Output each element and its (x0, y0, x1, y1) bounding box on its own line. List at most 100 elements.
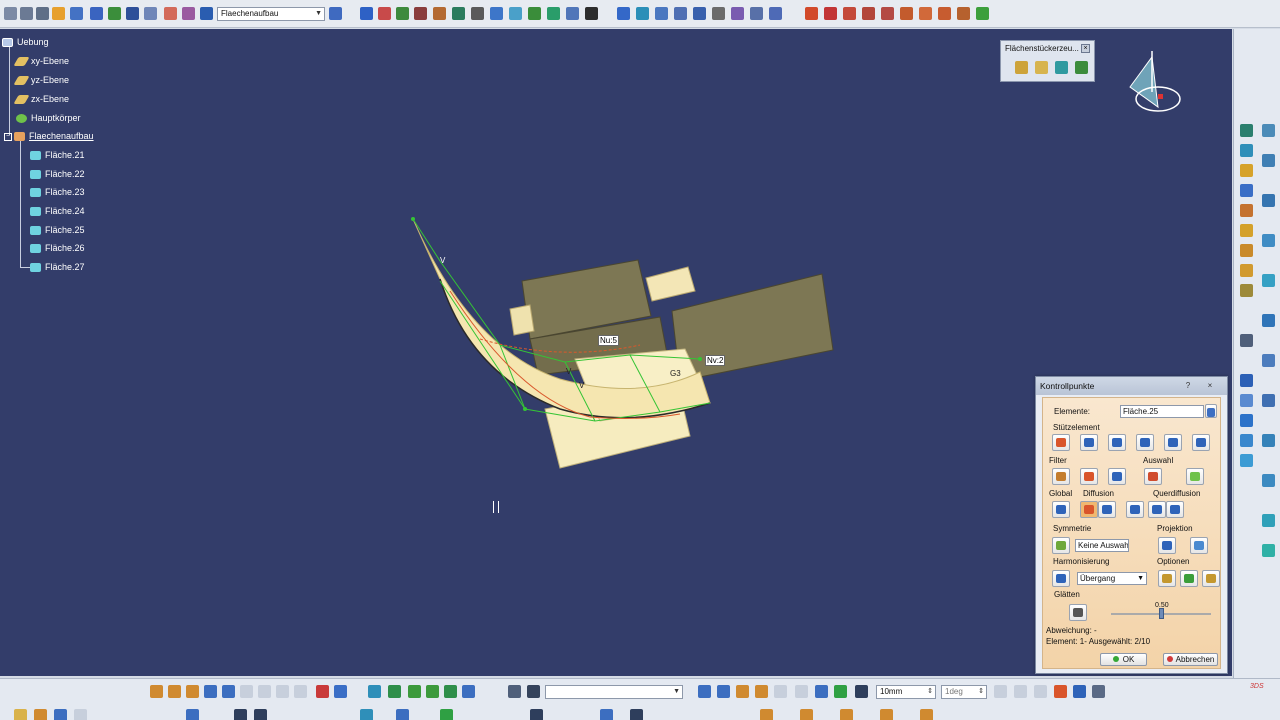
draft-icon[interactable] (655, 7, 668, 20)
tool-icon[interactable] (1262, 274, 1275, 287)
tool-icon[interactable] (1240, 204, 1253, 217)
control-point[interactable] (698, 357, 702, 361)
fit-all-icon[interactable] (90, 7, 103, 20)
tool-icon[interactable] (444, 685, 457, 698)
tool-icon[interactable] (186, 685, 199, 698)
tool-icon[interactable] (600, 709, 613, 720)
option-continuity-button[interactable] (1158, 570, 1176, 587)
workbench-icon[interactable] (200, 7, 213, 20)
tool-icon[interactable] (1262, 154, 1275, 167)
tool-icon[interactable] (240, 685, 253, 698)
diffusion-constant-button[interactable] (1080, 501, 1098, 518)
dialog-title-bar[interactable]: Kontrollpunkte (1036, 377, 1227, 395)
support-normals-button[interactable] (1192, 434, 1210, 451)
cancel-button[interactable]: Abbrechen (1163, 653, 1218, 666)
querdiffusion-none-button[interactable] (1126, 501, 1144, 518)
help-icon[interactable] (52, 7, 65, 20)
symmetry-button[interactable] (1052, 537, 1070, 554)
axis-icon[interactable] (144, 7, 157, 20)
diffusion-linear-button[interactable] (1098, 501, 1116, 518)
filter-lines-button[interactable] (1108, 468, 1126, 485)
filter-points-button[interactable] (1052, 468, 1070, 485)
tool-icon[interactable] (426, 685, 439, 698)
tool-icon[interactable] (1054, 685, 1067, 698)
tool-icon[interactable] (880, 709, 893, 720)
redo-icon[interactable] (20, 7, 33, 20)
tool-icon[interactable] (1034, 685, 1047, 698)
update-icon[interactable] (976, 7, 989, 20)
querdiffusion-constant-button[interactable] (1148, 501, 1166, 518)
reflect-icon[interactable] (731, 7, 744, 20)
tool-icon[interactable] (360, 709, 373, 720)
undo-icon[interactable] (4, 7, 17, 20)
tool-icon[interactable] (408, 685, 421, 698)
pan-icon[interactable] (108, 7, 121, 20)
global-button[interactable] (1052, 501, 1070, 518)
tool-icon[interactable] (1240, 164, 1253, 177)
tool-icon[interactable] (855, 685, 868, 698)
tool-icon[interactable] (14, 709, 27, 720)
option-limit-button[interactable] (1202, 570, 1220, 587)
offset-icon[interactable] (471, 7, 484, 20)
law-icon[interactable] (900, 7, 913, 20)
angle-field[interactable]: 1deg ⇕ (941, 685, 987, 699)
join-icon[interactable] (528, 7, 541, 20)
rule-icon[interactable] (938, 7, 951, 20)
control-point[interactable] (523, 407, 527, 411)
connect-icon[interactable] (636, 7, 649, 20)
heal-icon[interactable] (547, 7, 560, 20)
split-icon[interactable] (509, 7, 522, 20)
extrude-icon[interactable] (414, 7, 427, 20)
tool-icon[interactable] (994, 685, 1007, 698)
transform-icon[interactable] (585, 7, 598, 20)
knowledge-icon[interactable] (919, 7, 932, 20)
refresh-icon[interactable] (36, 7, 49, 20)
tool-icon[interactable] (1262, 514, 1275, 527)
control-point[interactable] (411, 217, 415, 221)
formula-icon[interactable] (881, 7, 894, 20)
tool-icon[interactable] (462, 685, 475, 698)
harmonize-button[interactable] (1052, 570, 1070, 587)
tool-icon[interactable] (815, 685, 828, 698)
support-local-button[interactable] (1164, 434, 1182, 451)
projection-compass-button[interactable] (1190, 537, 1208, 554)
tool-icon[interactable] (168, 685, 181, 698)
stepper-icon[interactable]: ⇕ (927, 686, 933, 698)
list-icon[interactable] (70, 7, 83, 20)
tool-icon[interactable] (630, 709, 643, 720)
tool-icon[interactable] (440, 709, 453, 720)
measure-item-icon[interactable] (824, 7, 837, 20)
tool-icon[interactable] (254, 709, 267, 720)
length-field[interactable]: 10mm ⇕ (876, 685, 936, 699)
sketch-icon[interactable] (360, 7, 373, 20)
support-plane-button[interactable] (1080, 434, 1098, 451)
tool-icon[interactable] (1240, 434, 1253, 447)
rotate-icon[interactable] (126, 7, 139, 20)
tool-icon[interactable] (834, 685, 847, 698)
tool-icon[interactable] (1240, 454, 1253, 467)
tool-icon[interactable] (1262, 474, 1275, 487)
porcupine-icon[interactable] (750, 7, 763, 20)
tool-icon[interactable] (1092, 685, 1105, 698)
tool-icon[interactable] (334, 685, 347, 698)
measure-icon[interactable] (805, 7, 818, 20)
light-panel[interactable] (509, 304, 535, 336)
workbench-combo[interactable]: Flaechenaufbau ▼ (217, 7, 325, 21)
tool-icon[interactable] (150, 685, 163, 698)
tool-icon[interactable] (840, 709, 853, 720)
tool-icon[interactable] (222, 685, 235, 698)
tool-icon[interactable] (1240, 374, 1253, 387)
tool-icon[interactable] (1014, 685, 1027, 698)
tool-icon[interactable] (294, 685, 307, 698)
stepper-icon[interactable]: ⇕ (978, 686, 984, 698)
tool-icon[interactable] (388, 685, 401, 698)
compass-icon[interactable] (1120, 47, 1185, 117)
tool-icon[interactable] (1262, 544, 1275, 557)
harmonize-combo[interactable]: Übergang ▼ (1077, 572, 1147, 585)
spline-icon[interactable] (164, 7, 177, 20)
tool-icon[interactable] (760, 709, 773, 720)
tool-icon[interactable] (258, 685, 271, 698)
tool-icon[interactable] (1262, 194, 1275, 207)
tool-icon[interactable] (234, 709, 247, 720)
highlight-icon[interactable] (712, 7, 725, 20)
